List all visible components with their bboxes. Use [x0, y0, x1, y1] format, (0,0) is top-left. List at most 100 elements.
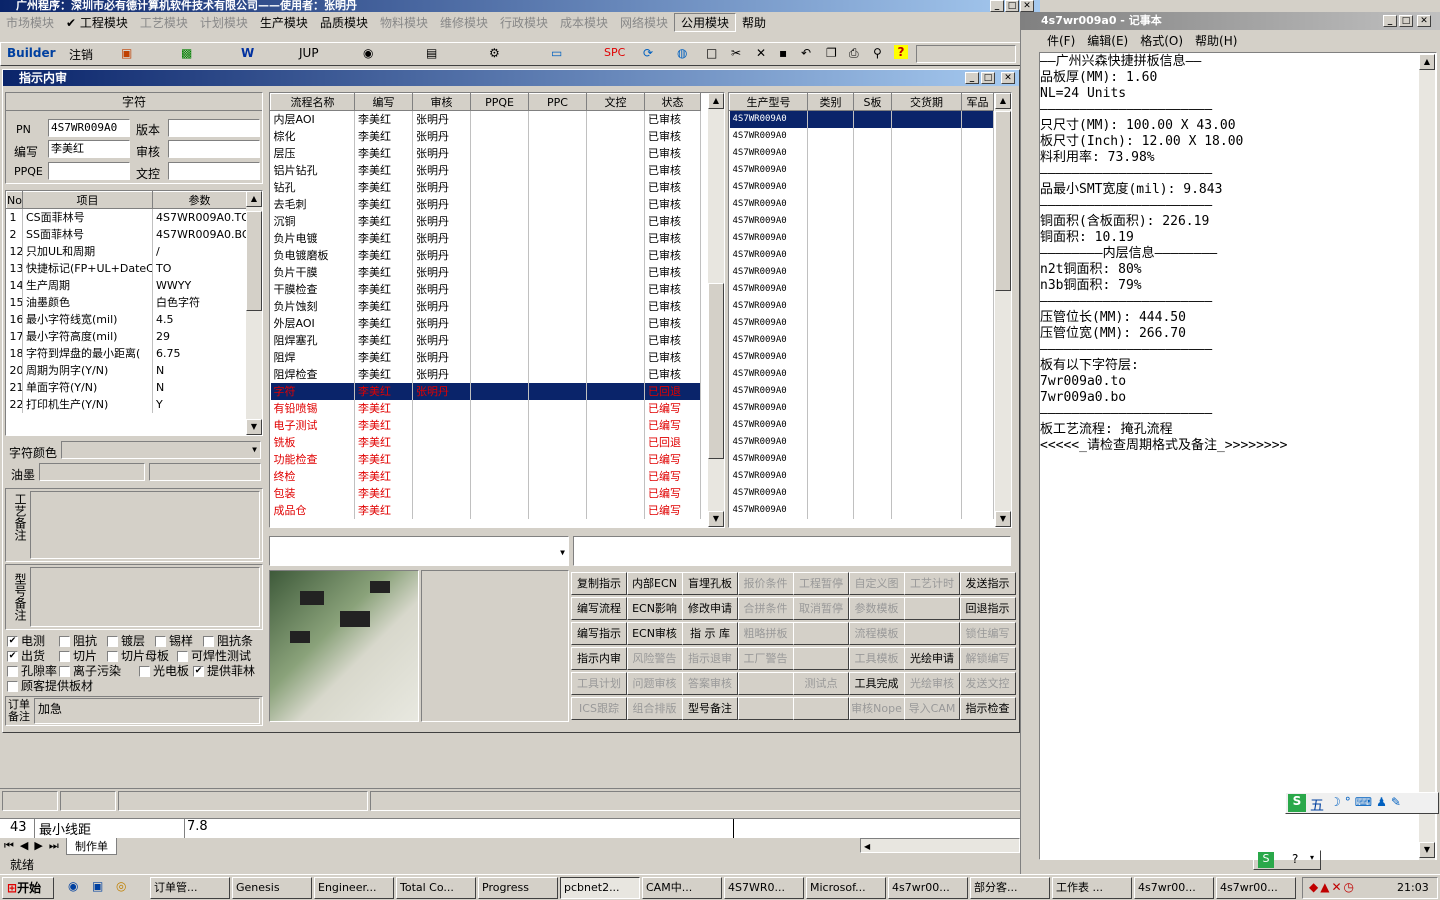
command-button[interactable]: 工艺计时 — [904, 572, 960, 595]
database-icon[interactable]: ▤ — [426, 46, 437, 60]
flow-row[interactable]: 层压 李美红 张明丹 已审核 — [270, 144, 701, 162]
writer-field[interactable]: 李美红 — [48, 140, 130, 158]
checkbox-box[interactable] — [59, 651, 70, 662]
taskbar-item[interactable]: 4s7wr00... — [888, 877, 968, 899]
flow-column-header[interactable]: PPC — [528, 93, 587, 111]
command-button[interactable]: 风险警告 — [626, 647, 683, 670]
params-row[interactable]: 21 单面字符(Y/N) N — [6, 378, 247, 396]
toolbar-combo[interactable] — [916, 45, 1016, 63]
model-column-header[interactable]: 军品 — [961, 93, 994, 111]
notepad-menu-item[interactable]: 编辑(E) — [1081, 32, 1134, 49]
option-checkbox[interactable]: 光电板 — [139, 662, 189, 679]
flow-row[interactable]: 棕化 李美红 张明丹 已审核 — [270, 127, 701, 145]
model-row[interactable]: 4S7WR009A0 — [729, 127, 994, 145]
ppqe-field[interactable] — [48, 162, 130, 180]
start-button[interactable]: ⊞开始 — [2, 877, 54, 899]
model-column-header[interactable]: 类别 — [807, 93, 854, 111]
option-checkbox[interactable]: 顾客提供板材 — [7, 677, 93, 694]
taskbar-item[interactable]: Progress — [478, 877, 558, 899]
model-row[interactable]: 4S7WR009A0 — [729, 297, 994, 315]
flow-column-header[interactable]: 流程名称 — [270, 93, 355, 111]
checkbox-box[interactable] — [107, 636, 118, 647]
model-row[interactable]: 4S7WR009A0 — [729, 382, 994, 400]
checkbox-box[interactable] — [107, 651, 118, 662]
ime-tools-icon[interactable]: ☽°⌨♟✎ — [1330, 795, 1405, 809]
model-row[interactable]: 4S7WR009A0 — [729, 314, 994, 332]
params-column-header[interactable]: No — [6, 191, 23, 209]
flow-row[interactable]: 字符 李美红 张明丹 已回退 — [270, 382, 701, 400]
model-row[interactable]: 4S7WR009A0 — [729, 365, 994, 383]
ink-field-1[interactable] — [39, 463, 145, 481]
params-row[interactable]: 2 SS面菲林号 4S7WR009A0.BO — [6, 225, 247, 243]
model-row[interactable]: 4S7WR009A0 — [729, 280, 994, 298]
model-row[interactable]: 4S7WR009A0 — [729, 467, 994, 485]
menu-item[interactable]: 维修模块 — [434, 14, 494, 31]
jup-button[interactable]: JUP — [299, 46, 319, 60]
params-row[interactable]: 14 生产周期 WWYY — [6, 276, 247, 294]
child-maximize-button[interactable]: □ — [981, 72, 995, 84]
command-button[interactable]: 工具模板 — [848, 647, 905, 670]
command-button[interactable]: 粗略拼板 — [737, 622, 794, 645]
menu-item[interactable]: 行政模块 — [494, 14, 554, 31]
checkbox-box[interactable] — [7, 681, 18, 692]
taskbar-item[interactable]: 订单管... — [150, 877, 230, 899]
flow-combo[interactable]: ▼ — [269, 536, 569, 566]
flow-row[interactable]: 负片电镀 李美红 张明丹 已审核 — [270, 229, 701, 247]
help-icon[interactable]: ? — [894, 45, 908, 59]
flow-row[interactable]: 负片干膜 李美红 张明丹 已审核 — [270, 263, 701, 281]
command-button[interactable]: 答案审核 — [682, 672, 738, 695]
taskbar-item[interactable]: pcbnet2... — [560, 877, 640, 899]
command-button[interactable] — [793, 622, 849, 645]
command-button[interactable]: 合拼条件 — [737, 597, 794, 620]
note-field[interactable] — [573, 536, 1011, 566]
taskbar-item[interactable]: CAM中... — [642, 877, 722, 899]
model-row[interactable]: 4S7WR009A0 — [729, 161, 994, 179]
command-button[interactable]: 发送指示 — [959, 572, 1016, 595]
command-button[interactable]: 工程暂停 — [793, 572, 849, 595]
delete-icon[interactable]: ✕ — [756, 46, 766, 60]
quicklaunch-desktop-icon[interactable]: ▣ — [92, 879, 103, 893]
params-row[interactable]: 12 只加UL和周期 / — [6, 242, 247, 260]
child-minimize-button[interactable]: _ — [965, 72, 979, 84]
ime-mode[interactable]: 五 — [1310, 795, 1324, 815]
checkbox-box[interactable] — [203, 636, 214, 647]
command-button[interactable]: 工具完成 — [848, 672, 905, 695]
menu-item[interactable]: 成本模块 — [554, 14, 614, 31]
review-field[interactable] — [168, 140, 260, 158]
command-button[interactable]: 光绘申请 — [904, 647, 960, 670]
notepad-menu-item[interactable]: 格式(O) — [1134, 32, 1189, 49]
flow-scroll-thumb[interactable] — [708, 283, 724, 459]
taskbar-item[interactable]: Genesis — [232, 877, 312, 899]
model-note-field[interactable] — [30, 567, 260, 627]
command-button[interactable]: 流程模板 — [848, 622, 905, 645]
flow-column-header[interactable]: 文控 — [586, 93, 645, 111]
flow-row[interactable]: 包装 李美红 已编写 — [270, 484, 701, 502]
sheet-nav-icon[interactable]: ⏮◀▶⏭ — [4, 839, 65, 853]
command-button[interactable]: 导入CAM — [904, 697, 960, 720]
command-button[interactable]: 工厂警告 — [737, 647, 794, 670]
model-row[interactable]: 4S7WR009A0 — [729, 246, 994, 264]
flow-row[interactable]: 电子测试 李美红 已编写 — [270, 416, 701, 434]
params-row[interactable]: 13 快捷标记(FP+UL+DateCo TO — [6, 259, 247, 277]
char-color-select[interactable]: ▼ — [61, 441, 261, 459]
option-checkbox[interactable]: ✔ 提供菲林 — [193, 662, 255, 679]
command-button[interactable]: 测试点 — [793, 672, 849, 695]
model-scroll-down-icon[interactable]: ▼ — [995, 511, 1011, 527]
flow-row[interactable]: 干膜检查 李美红 张明丹 已审核 — [270, 280, 701, 298]
command-button[interactable]: 锁住编写 — [959, 622, 1016, 645]
undo-icon[interactable]: ↶ — [801, 46, 811, 60]
command-button[interactable]: 盲埋孔板 — [682, 572, 738, 595]
notepad-text[interactable]: ——广州兴森快捷拼板信息—— 品板厚(MM): 1.60 NL=24 Units ——… — [1039, 52, 1437, 860]
menu-item[interactable]: 网络模块 — [614, 14, 674, 31]
command-button[interactable]: 编写指示 — [571, 622, 627, 645]
flow-row[interactable]: 功能检查 李美红 已编写 — [270, 450, 701, 468]
params-row[interactable]: 22 打印机生产(Y/N) Y — [6, 395, 247, 413]
params-row[interactable]: 18 字符到焊盘的最小距离(6.75 — [6, 344, 247, 362]
model-row[interactable]: 4S7WR009A0 — [729, 484, 994, 502]
ime-mini-icon[interactable]: S — [1258, 852, 1274, 868]
sheet-hscroll[interactable]: ◀ — [860, 838, 1020, 853]
doc-control-field[interactable] — [168, 162, 260, 180]
model-column-header[interactable]: 生产型号 — [729, 93, 808, 111]
command-button[interactable] — [904, 622, 960, 645]
globe-icon[interactable]: ◍ — [677, 46, 687, 60]
